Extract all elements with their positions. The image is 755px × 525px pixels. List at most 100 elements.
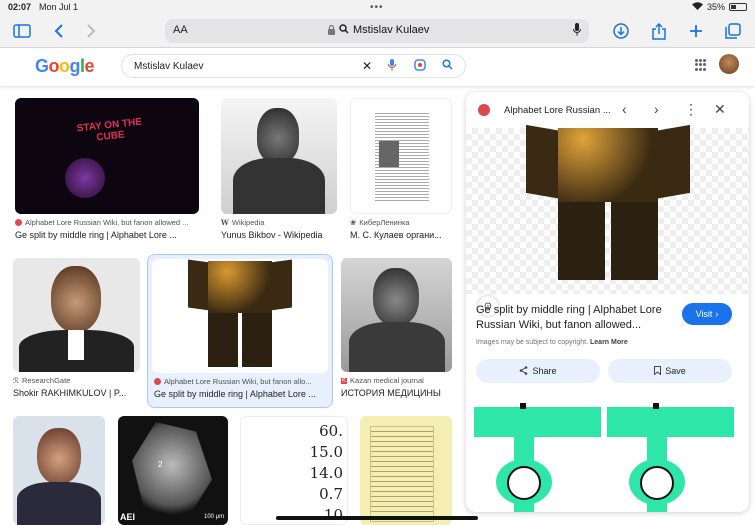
related-image[interactable] xyxy=(474,403,601,512)
result-thumbnail[interactable] xyxy=(341,258,452,372)
result-title[interactable]: Yunus Bikbov - Wikipedia xyxy=(221,230,337,240)
result-card[interactable] xyxy=(13,416,105,525)
microphone-icon[interactable] xyxy=(573,23,581,39)
more-options-icon[interactable]: ⋮ xyxy=(684,101,698,118)
microscope-label: AEI xyxy=(120,512,136,522)
result-source: K Kazan medical journal xyxy=(341,376,424,385)
voice-search-icon[interactable] xyxy=(388,59,396,74)
clear-icon[interactable]: ✕ xyxy=(362,59,372,73)
result-card[interactable]: STAY ON THE CUBE Alphabet Lore Russian W… xyxy=(15,98,199,240)
visit-button[interactable]: Visit › xyxy=(682,303,732,325)
result-title[interactable]: Ge split by middle ring | Alphabet Lore … xyxy=(15,230,199,240)
clock-icon xyxy=(640,466,674,500)
tabs-overview-icon[interactable] xyxy=(722,20,744,42)
result-thumbnail[interactable]: 2 AEI 100 μm xyxy=(118,416,228,525)
result-source: Alphabet Lore Russian Wiki, but fanon al… xyxy=(148,377,332,386)
lock-icon xyxy=(327,24,336,38)
researchgate-icon: ℛ xyxy=(13,376,19,385)
result-title[interactable]: М. С. Кулаев органи... xyxy=(350,230,452,240)
multitasking-dots[interactable]: ••• xyxy=(370,2,384,13)
wifi-icon xyxy=(691,2,703,12)
block-figure xyxy=(188,259,292,367)
fandom-icon xyxy=(15,219,22,226)
forward-icon[interactable] xyxy=(80,20,102,42)
search-icon xyxy=(339,24,349,37)
learn-more-link[interactable]: Learn More xyxy=(590,339,628,346)
share-button[interactable]: Share xyxy=(476,359,600,383)
result-thumbnail[interactable] xyxy=(13,416,105,525)
result-card[interactable]: ℛ ResearchGate Shokir RAKHIMKULOV | P... xyxy=(13,258,140,398)
lens-icon[interactable] xyxy=(414,59,426,74)
browser-toolbar: AA Mstislav Kulaev xyxy=(0,14,755,48)
result-card[interactable]: 2 AEI 100 μm xyxy=(118,416,228,525)
result-thumbnail[interactable] xyxy=(360,416,452,525)
result-thumbnail[interactable] xyxy=(350,98,452,214)
download-icon[interactable] xyxy=(610,20,632,42)
next-icon[interactable]: › xyxy=(654,101,659,117)
thumbnail-overlay-text: STAY ON THE CUBE xyxy=(76,116,143,144)
image-results: STAY ON THE CUBE Alphabet Lore Russian W… xyxy=(0,86,460,525)
result-title[interactable]: Shokir RAKHIMKULOV | P... xyxy=(13,388,140,398)
result-thumbnail[interactable]: STAY ON THE CUBE xyxy=(15,98,199,214)
google-header: Google Mstislav Kulaev ✕ xyxy=(0,48,755,86)
result-card[interactable] xyxy=(360,416,452,525)
result-thumbnail[interactable] xyxy=(13,258,140,372)
back-icon[interactable] xyxy=(48,20,70,42)
status-bar: 02:07 Mon Jul 1 ••• 35% xyxy=(0,0,755,14)
panel-title[interactable]: Ge split by middle ring | Alphabet Lore … xyxy=(476,303,676,333)
fandom-icon xyxy=(478,104,490,116)
search-input[interactable]: Mstislav Kulaev ✕ xyxy=(121,54,466,78)
apps-grid-icon[interactable] xyxy=(695,59,707,71)
fandom-icon xyxy=(154,378,161,385)
microscope-label: 2 xyxy=(158,460,163,469)
reader-options-button[interactable]: AA xyxy=(173,24,188,36)
battery-percent: 35% xyxy=(706,2,725,12)
battery-icon xyxy=(729,3,747,11)
new-tab-icon[interactable] xyxy=(685,20,707,42)
wikipedia-icon: W xyxy=(221,218,229,227)
result-title[interactable]: ИСТОРИЯ МЕДИЦИНЫ xyxy=(341,388,452,398)
home-indicator[interactable] xyxy=(276,516,478,520)
result-source: ℛ ResearchGate xyxy=(13,376,71,385)
result-source: ❀ КиберЛенинка xyxy=(350,218,410,227)
result-thumbnail[interactable] xyxy=(221,98,337,214)
share-icon xyxy=(519,365,528,377)
result-source: Alphabet Lore Russian Wiki, but fanon al… xyxy=(15,218,199,227)
search-submit-icon[interactable] xyxy=(442,59,453,73)
bookmark-icon xyxy=(654,365,662,377)
cyberleninka-icon: ❀ xyxy=(350,218,357,227)
preview-image[interactable]: ⊙ xyxy=(466,124,749,316)
block-figure xyxy=(526,124,690,280)
status-right: 35% xyxy=(691,2,747,12)
result-card[interactable]: W Wikipedia Yunus Bikbov - Wikipedia xyxy=(221,98,337,240)
result-card[interactable]: K Kazan medical journal ИСТОРИЯ МЕДИЦИНЫ xyxy=(341,258,452,398)
sidebar-icon[interactable] xyxy=(11,20,33,42)
close-icon[interactable]: ✕ xyxy=(714,101,726,118)
search-query: Mstislav Kulaev xyxy=(134,61,204,72)
share-icon[interactable] xyxy=(648,20,670,42)
result-thumbnail[interactable]: 60. 15.0 14.0 0.7 10 xyxy=(240,416,348,525)
result-title[interactable]: Ge split by middle ring | Alphabet Lore … xyxy=(148,389,332,399)
journal-icon: K xyxy=(341,377,348,384)
related-image[interactable] xyxy=(607,403,734,512)
status-date: Mon Jul 1 xyxy=(39,2,79,12)
scale-bar-label: 100 μm xyxy=(204,514,225,520)
result-source: W Wikipedia xyxy=(221,218,265,227)
result-card[interactable]: 60. 15.0 14.0 0.7 10 xyxy=(240,416,348,525)
save-button[interactable]: Save xyxy=(608,359,732,383)
address-text: Mstislav Kulaev xyxy=(353,24,430,36)
image-preview-panel: Alphabet Lore Russian ... ‹ › ⋮ ✕ ⊙ Ge s… xyxy=(466,92,749,512)
result-card-selected[interactable]: Alphabet Lore Russian Wiki, but fanon al… xyxy=(147,254,333,408)
result-card[interactable]: ❀ КиберЛенинка М. С. Кулаев органи... xyxy=(350,98,452,240)
result-thumbnail[interactable] xyxy=(152,259,328,373)
panel-source[interactable]: Alphabet Lore Russian ... xyxy=(504,105,611,116)
copyright-notice: Images may be subject to copyright. Lear… xyxy=(476,339,628,346)
panel-header: Alphabet Lore Russian ... ‹ › ⋮ ✕ xyxy=(466,92,749,128)
address-bar[interactable]: AA Mstislav Kulaev xyxy=(165,19,589,43)
status-time: 02:07 xyxy=(8,2,32,12)
chevron-right-icon: › xyxy=(715,309,719,319)
avatar[interactable] xyxy=(719,54,739,74)
previous-icon[interactable]: ‹ xyxy=(622,101,627,117)
google-logo[interactable]: Google xyxy=(35,56,95,77)
clock-icon xyxy=(507,466,541,500)
